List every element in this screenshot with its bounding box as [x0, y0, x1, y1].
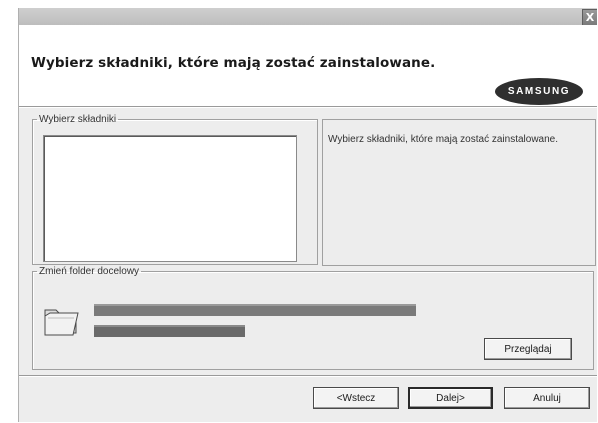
folder-icon: [42, 302, 82, 338]
components-group: Wybierz składniki: [32, 114, 318, 265]
header-separator: [19, 106, 597, 108]
close-button[interactable]: X: [582, 9, 597, 26]
cancel-button[interactable]: Anuluj: [504, 387, 590, 409]
destination-path-bar: [94, 325, 245, 337]
destination-path-bar: [94, 304, 416, 316]
close-icon: X: [585, 11, 595, 24]
browse-button[interactable]: Przeglądaj: [484, 338, 572, 360]
description-text: Wybierz składniki, które mają zostać zai…: [328, 134, 559, 145]
samsung-logo: SAMSUNG: [495, 78, 583, 105]
components-list[interactable]: [43, 135, 297, 262]
bottom-separator: [19, 375, 597, 377]
back-button[interactable]: <Wstecz: [313, 387, 399, 409]
installer-window: X Wybierz składniki, które mają zostać z…: [18, 8, 597, 422]
components-group-label: Wybierz składniki: [39, 114, 117, 125]
next-button[interactable]: Dalej>: [408, 387, 493, 409]
destination-folder-group-label: Zmień folder docelowy: [39, 266, 140, 277]
page-title: Wybierz składniki, które mają zostać zai…: [31, 55, 436, 71]
logo-text: SAMSUNG: [507, 86, 571, 97]
header-panel: Wybierz składniki, które mają zostać zai…: [19, 25, 597, 106]
title-bar: X: [19, 8, 597, 26]
description-panel: Wybierz składniki, które mają zostać zai…: [322, 119, 596, 266]
